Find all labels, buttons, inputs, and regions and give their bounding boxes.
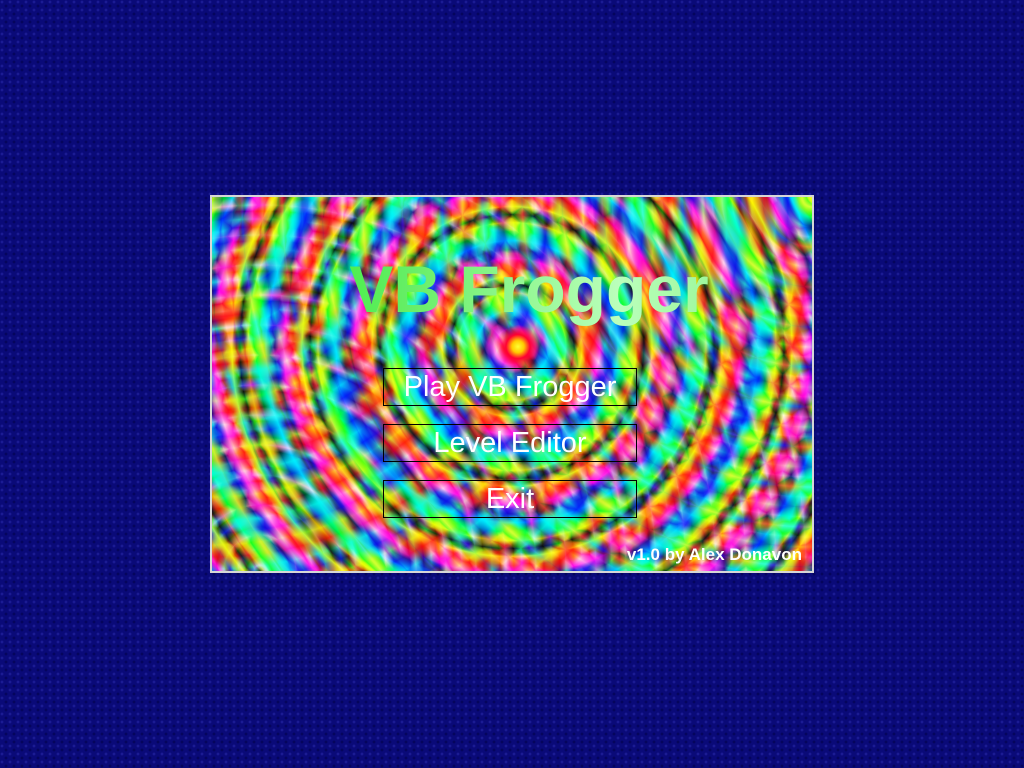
exit-button[interactable]: Exit	[383, 480, 637, 518]
version-credits: v1.0 by Alex Donavon	[626, 545, 802, 564]
title-screen-panel: VB Frogger Play VB Frogger Level Editor …	[210, 195, 814, 573]
play-button[interactable]: Play VB Frogger	[383, 368, 637, 406]
level-editor-button[interactable]: Level Editor	[383, 424, 637, 462]
game-title: VB Frogger	[229, 249, 812, 329]
